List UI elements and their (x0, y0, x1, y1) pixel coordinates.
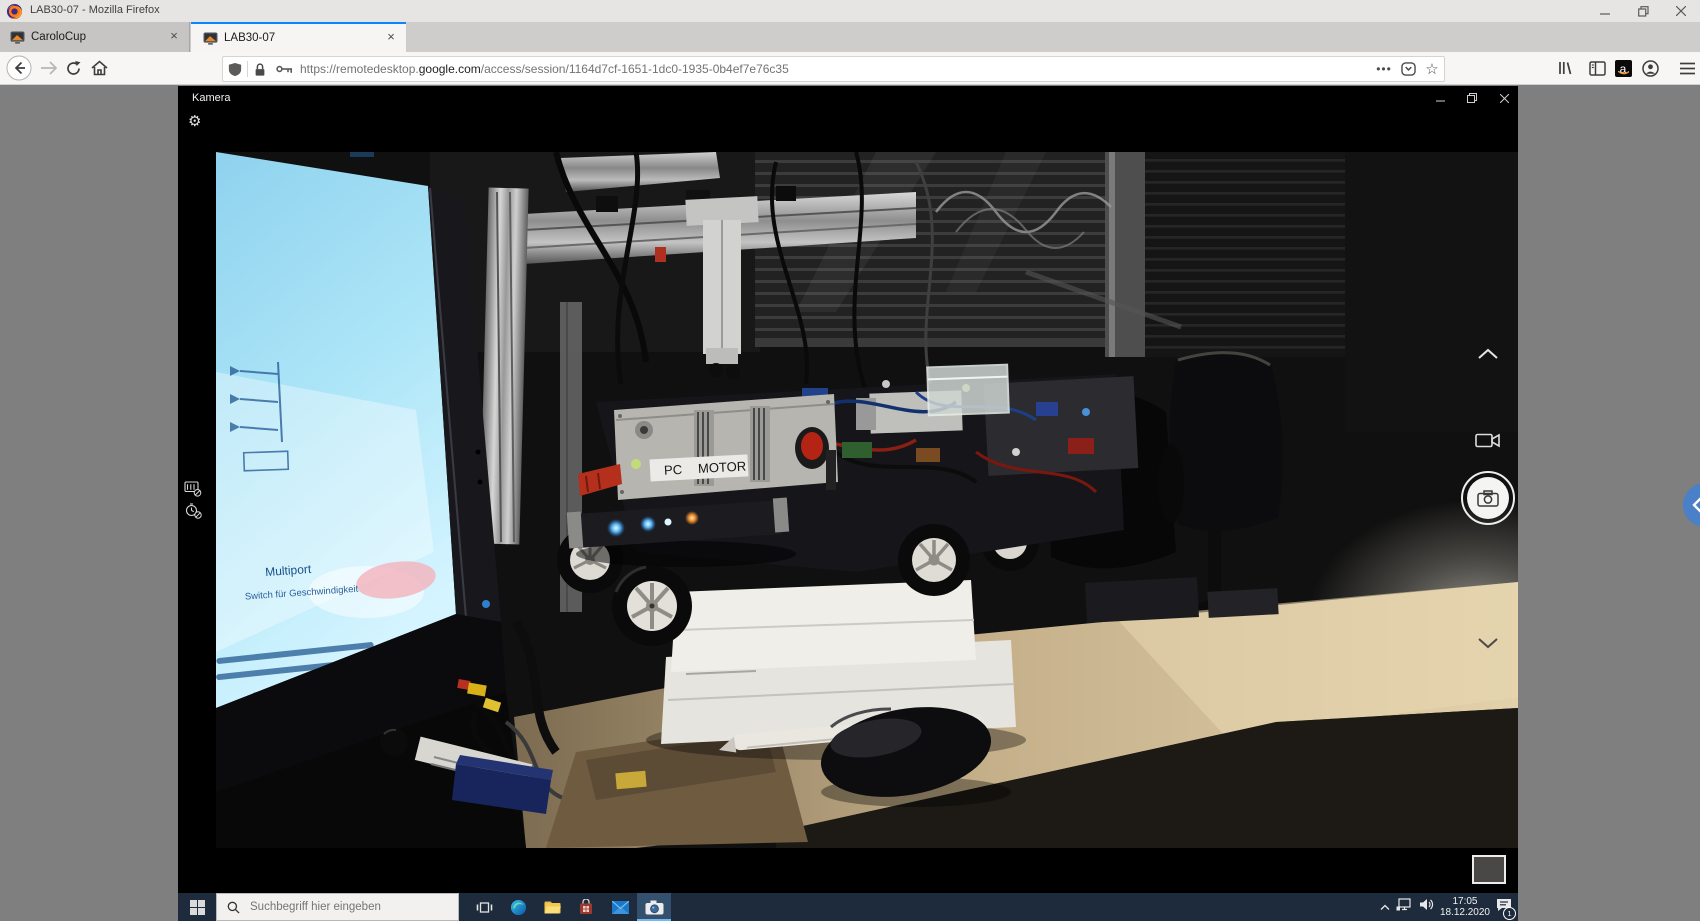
permission-key-icon[interactable] (272, 57, 296, 81)
action-center-icon[interactable]: 1 (1496, 898, 1512, 917)
back-button[interactable] (4, 53, 34, 83)
network-icon[interactable] (1396, 898, 1413, 916)
library-icon[interactable] (1550, 53, 1580, 83)
url-text[interactable]: https://remotedesktop.google.com/access/… (300, 62, 1372, 76)
wheel (612, 566, 692, 646)
tab-carolocup[interactable]: CaroloCup × (0, 22, 190, 52)
capture-photo-button[interactable] (1461, 471, 1515, 525)
timer-off-icon[interactable] (185, 503, 202, 524)
tab-lab30-07[interactable]: LAB30-07 × (191, 22, 406, 52)
camera-close-button[interactable] (1490, 90, 1518, 106)
clock-time: 17:05 (1440, 896, 1490, 907)
panel-label-pc: PC (664, 462, 683, 478)
volume-icon[interactable] (1419, 898, 1434, 916)
capture-button-disc (1467, 477, 1509, 519)
robot-front-panel: PC MOTOR (614, 394, 838, 500)
tab-close-icon[interactable]: × (165, 28, 183, 46)
remote-desktop-favicon (203, 32, 218, 45)
lock-icon[interactable] (248, 57, 272, 81)
search-input[interactable] (248, 900, 452, 914)
window-restore-button[interactable] (1626, 0, 1660, 22)
windows-taskbar: 17:05 18.12.2020 1 (178, 893, 1518, 921)
tab-strip: CaroloCup × LAB30-07 × + (0, 22, 1700, 52)
file-explorer-icon[interactable] (535, 893, 569, 921)
emergency-stop-button (801, 432, 823, 460)
window-blinds (755, 152, 1345, 357)
home-button[interactable] (84, 53, 114, 83)
url-domain: google.com (419, 62, 481, 76)
url-path: /access/session/1164d7cf-1651-1dc0-1935-… (481, 62, 789, 76)
amazon-extension-icon[interactable]: a (1608, 53, 1638, 83)
taskbar-clock[interactable]: 17:05 18.12.2020 (1440, 896, 1490, 918)
url-prefix: https://remotedesktop. (300, 62, 419, 76)
page-actions-icon[interactable]: ••• (1372, 57, 1396, 81)
tray-expand-chevron-icon[interactable] (1380, 898, 1390, 916)
tracking-protection-shield-icon[interactable] (223, 57, 247, 81)
firefox-titlebar: LAB30-07 - Mozilla Firefox (0, 0, 1700, 22)
tab-label: CaroloCup (31, 31, 165, 43)
firefox-logo-icon (6, 3, 23, 20)
hdr-off-icon[interactable] (184, 481, 202, 502)
search-icon (227, 901, 240, 914)
last-photo-thumbnail[interactable] (1472, 855, 1506, 884)
mode-up-chevron-icon[interactable] (1477, 347, 1499, 365)
clock-date: 18.12.2020 (1440, 907, 1490, 918)
tab-label: LAB30-07 (224, 32, 382, 44)
settings-gear-icon[interactable]: ⚙ (188, 114, 201, 130)
system-tray: 17:05 18.12.2020 1 (1380, 893, 1512, 921)
mode-down-chevron-icon[interactable] (1477, 636, 1499, 654)
notification-badge: 1 (1503, 907, 1516, 920)
camera-minimize-button[interactable] (1426, 90, 1454, 106)
menu-hamburger-icon[interactable] (1672, 53, 1700, 83)
webcam-photo[interactable]: Multiport Switch für Geschwindigkeit (216, 152, 1518, 848)
edge-browser-icon[interactable] (501, 893, 535, 921)
mail-icon[interactable] (603, 893, 637, 921)
window-close-button[interactable] (1664, 0, 1698, 22)
start-button[interactable] (178, 893, 216, 921)
store-icon[interactable] (569, 893, 603, 921)
camera-glyph-icon (1477, 490, 1499, 507)
remote-desktop-viewport[interactable]: Kamera ⚙ (178, 86, 1518, 921)
url-bar[interactable]: https://remotedesktop.google.com/access/… (222, 56, 1445, 82)
camera-app-taskbar-button[interactable] (637, 893, 671, 921)
window-title: LAB30-07 - Mozilla Firefox (30, 4, 160, 16)
task-view-button[interactable] (467, 893, 501, 921)
account-icon[interactable] (1635, 53, 1665, 83)
storage-box (927, 365, 1009, 416)
wheel (898, 524, 970, 596)
video-mode-icon[interactable] (1475, 432, 1501, 454)
bookmark-star-icon[interactable]: ☆ (1420, 57, 1444, 81)
taskbar-search-box[interactable] (216, 893, 459, 921)
pocket-icon[interactable] (1396, 57, 1420, 81)
remote-desktop-favicon (10, 31, 25, 44)
window-minimize-button[interactable] (1588, 0, 1622, 22)
camera-app-title: Kamera (192, 92, 231, 104)
tab-close-icon[interactable]: × (382, 29, 400, 47)
panel-label-motor: MOTOR (698, 458, 747, 475)
camera-restore-button[interactable] (1458, 90, 1486, 106)
